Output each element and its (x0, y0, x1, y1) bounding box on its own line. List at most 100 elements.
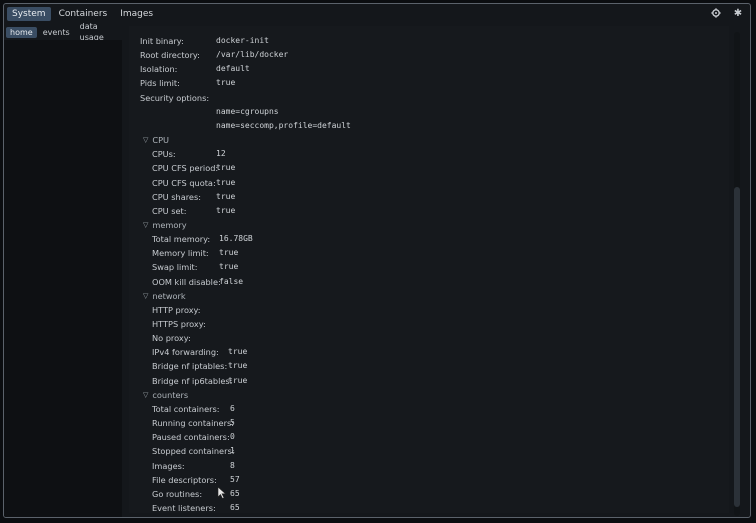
top-icons: ✱ (710, 7, 744, 19)
scrollbar-thumb[interactable] (734, 187, 740, 507)
field-value: true (216, 78, 236, 88)
field-value: true (216, 177, 236, 187)
field-value: 65 (230, 502, 240, 512)
field-label: Go routines: (152, 488, 203, 499)
network-row: Bridge nf iptables: true (129, 361, 729, 371)
field-label: Bridge nf iptables: (152, 361, 228, 372)
collapse-triangle-icon[interactable]: ▽ (143, 136, 148, 144)
memory-row: Memory limit: true (129, 248, 729, 258)
field-label: Running containers: (152, 418, 234, 429)
field-value: 8 (230, 460, 235, 470)
field-label: Memory limit: (152, 248, 209, 259)
counters-row: Total containers: 6 (129, 404, 729, 414)
section-title: network (152, 290, 186, 301)
field-value: /var/lib/docker (216, 50, 289, 60)
field-value: true (228, 347, 248, 357)
section-cpu[interactable]: ▽ CPU (143, 135, 169, 145)
info-row: Init binary: docker-init (129, 36, 729, 46)
app-window: System Containers Images ✱ home events d… (3, 3, 751, 518)
subtab-events[interactable]: events (39, 27, 74, 38)
field-label: CPU CFS period: (152, 163, 219, 174)
field-value: 6 (230, 403, 235, 413)
field-label: CPU set: (152, 205, 187, 216)
sub-tab-bar: home events data usage (4, 22, 122, 42)
mouse-cursor-icon (217, 487, 227, 499)
field-label: Images: (152, 460, 185, 471)
counters-row: Images: 8 (129, 461, 729, 471)
cpu-row: CPU CFS period: true (129, 163, 729, 173)
gear-icon[interactable] (710, 7, 722, 19)
info-row: Isolation: default (129, 64, 729, 74)
field-label: HTTP proxy: (152, 304, 201, 315)
field-value: true (228, 361, 248, 371)
field-value: name=seccomp,profile=default (216, 120, 351, 130)
network-row: HTTPS proxy: (129, 319, 729, 329)
field-label: Swap limit: (152, 262, 198, 273)
tab-system[interactable]: System (7, 7, 51, 21)
field-value: default (216, 64, 250, 74)
field-label: Pids limit: (140, 78, 180, 89)
subtab-home[interactable]: home (6, 26, 37, 38)
tab-images[interactable]: Images (115, 7, 158, 21)
section-title: CPU (152, 135, 170, 146)
info-row: Root directory: /var/lib/docker (129, 50, 729, 60)
field-label: File descriptors: (152, 474, 217, 485)
field-value: false (219, 276, 244, 286)
sidebar (4, 40, 122, 517)
field-label: Init binary: (140, 36, 184, 46)
cpu-row: CPUs: 12 (129, 149, 729, 159)
info-row: Security options: (129, 93, 729, 103)
field-value: 12 (216, 149, 226, 159)
field-value: name=cgroupns (216, 106, 279, 116)
field-value: docker-init (216, 36, 269, 45)
field-value: 1 (230, 446, 235, 456)
field-value: true (219, 262, 239, 272)
counters-row: Event listeners: 65 (129, 503, 729, 513)
field-value: 57 (230, 474, 240, 484)
collapse-triangle-icon[interactable]: ▽ (143, 292, 148, 300)
tab-containers[interactable]: Containers (54, 7, 113, 21)
field-label: Event listeners: (152, 502, 216, 513)
field-value: true (216, 163, 236, 173)
field-label: OOM kill disable: (152, 276, 221, 287)
field-label: Root directory: (140, 50, 200, 61)
field-value: true (216, 205, 236, 215)
field-label: CPU shares: (152, 191, 201, 202)
collapse-triangle-icon[interactable]: ▽ (143, 391, 148, 399)
counters-row: Paused containers: 0 (129, 432, 729, 442)
cpu-row: CPU shares: true (129, 192, 729, 202)
field-label: Bridge nf ip6tables: (152, 375, 233, 386)
field-value: 65 (230, 488, 240, 498)
info-row: Pids limit: true (129, 78, 729, 88)
network-row: HTTP proxy: (129, 305, 729, 315)
field-label: CPU CFS quota: (152, 177, 216, 188)
section-counters[interactable]: ▽ counters (143, 390, 188, 400)
field-value: true (219, 248, 239, 258)
network-row: IPv4 forwarding: true (129, 347, 729, 357)
memory-row: OOM kill disable: false (129, 277, 729, 287)
system-info-panel: Init binary: docker-init Root directory: /v… (129, 26, 729, 513)
section-title: memory (152, 219, 187, 230)
section-network[interactable]: ▽ network (143, 291, 186, 301)
memory-row: Swap limit: true (129, 262, 729, 272)
field-label: HTTPS proxy: (152, 319, 206, 329)
counters-row: Running containers: 5 (129, 418, 729, 428)
field-value: true (216, 191, 236, 201)
field-label: Security options: (140, 92, 210, 103)
field-label: Stopped containers: (152, 446, 235, 457)
asterisk-icon[interactable]: ✱ (732, 7, 744, 19)
field-label: No proxy: (152, 333, 191, 344)
cpu-row: CPU CFS quota: true (129, 178, 729, 188)
cpu-row: CPU set: true (129, 206, 729, 216)
field-value: true (228, 375, 248, 385)
section-memory[interactable]: ▽ memory (143, 220, 187, 230)
field-value: 0 (230, 432, 235, 442)
counters-row: Stopped containers: 1 (129, 446, 729, 456)
field-label: IPv4 forwarding: (152, 347, 219, 358)
memory-row: Total memory: 16.78GB (129, 234, 729, 244)
section-title: counters (152, 389, 189, 400)
collapse-triangle-icon[interactable]: ▽ (143, 221, 148, 229)
field-label: Total memory: (152, 234, 211, 245)
field-value: 16.78GB (219, 234, 253, 244)
vertical-scrollbar[interactable] (734, 32, 740, 516)
